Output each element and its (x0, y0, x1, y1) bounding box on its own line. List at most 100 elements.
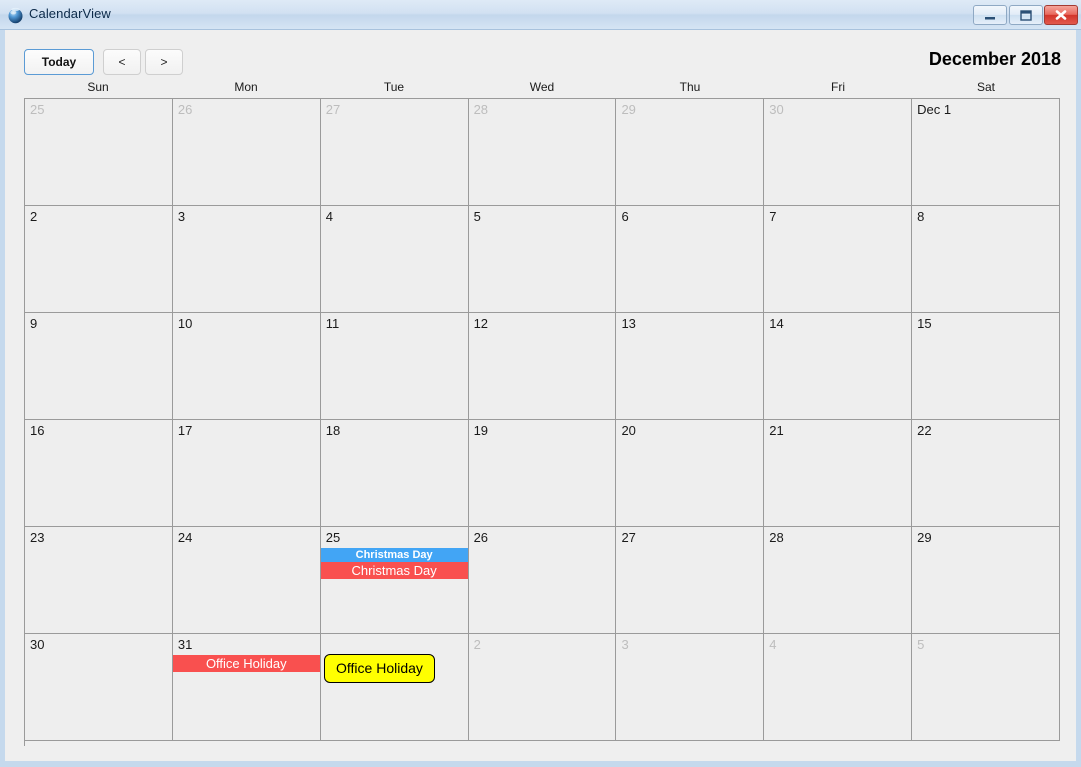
day-number: 21 (769, 423, 784, 438)
title-bar: CalendarView (0, 0, 1081, 30)
day-cell[interactable]: 18 (320, 420, 469, 527)
window-title: CalendarView (29, 6, 111, 21)
calendar-event[interactable]: Christmas Day (320, 562, 468, 579)
day-number: 5 (917, 637, 925, 652)
day-cell[interactable]: 5 (912, 634, 1061, 741)
close-button[interactable] (1044, 5, 1078, 25)
day-cell[interactable]: 25 (25, 99, 173, 206)
day-number: 3 (177, 209, 186, 224)
day-number: 29 (917, 530, 932, 545)
day-cell[interactable]: 31 Office Holiday (172, 634, 321, 741)
day-cell[interactable]: 10 (172, 313, 321, 420)
calendar-grid: 25 26 27 28 29 30 Dec 1 2 3 4 5 6 7 8 9 10 11 12 13 14 15 16 1… (24, 98, 1061, 746)
day-number: 7 (769, 209, 777, 224)
day-cell[interactable]: 15 (912, 313, 1061, 420)
day-cell[interactable]: 26 (468, 527, 617, 634)
maximize-button[interactable] (1009, 5, 1043, 25)
day-number: 15 (917, 316, 932, 331)
day-number: 4 (325, 209, 333, 224)
day-cell[interactable]: 3 (172, 206, 321, 313)
day-number: 26 (177, 102, 193, 117)
day-cell[interactable]: 29 (912, 527, 1061, 634)
day-cell[interactable]: 4 (320, 206, 469, 313)
day-cell[interactable]: 3 (616, 634, 765, 741)
calendar-week-row: 16 17 18 19 20 21 22 (25, 420, 1061, 527)
day-number: 28 (769, 530, 784, 545)
calendar-toolbar: Today < > December 2018 (5, 30, 1076, 76)
day-cell[interactable]: 30 (25, 634, 173, 741)
day-number: 28 (473, 102, 489, 117)
day-number: 2 (473, 637, 481, 652)
client-area: Today < > December 2018 Sun Mon Tue Wed Thu F… (5, 30, 1076, 761)
day-events: Office Holiday (172, 655, 320, 672)
day-cell[interactable]: 16 (25, 420, 173, 527)
day-cell[interactable]: 2 (25, 206, 173, 313)
minimize-button[interactable] (973, 5, 1007, 25)
day-number: 14 (769, 316, 784, 331)
day-cell[interactable]: 7 (764, 206, 913, 313)
day-cell[interactable]: 22 (912, 420, 1061, 527)
day-cell[interactable]: 21 (764, 420, 913, 527)
day-cell[interactable]: 24 (172, 527, 321, 634)
previous-month-button[interactable]: < (103, 49, 141, 75)
day-number: 27 (325, 102, 341, 117)
day-cell[interactable]: 30 (764, 99, 913, 206)
day-number: 20 (621, 423, 636, 438)
day-cell[interactable]: 25 Christmas Day Christmas Day (320, 527, 469, 634)
weekday-header-thu: Thu (679, 80, 701, 94)
day-cell[interactable]: 29 (616, 99, 765, 206)
weekday-header-wed: Wed (529, 80, 555, 94)
day-number: 19 (473, 423, 489, 438)
day-cell[interactable]: 19 (468, 420, 617, 527)
day-number: 12 (473, 316, 489, 331)
day-cell[interactable]: 20 (616, 420, 765, 527)
day-cell[interactable]: 28 (468, 99, 617, 206)
day-number: 25 (325, 530, 341, 545)
day-number: 8 (917, 209, 925, 224)
day-cell[interactable]: 14 (764, 313, 913, 420)
day-cell[interactable]: 2 (468, 634, 617, 741)
day-cell[interactable]: 23 (25, 527, 173, 634)
day-cell[interactable]: Dec 1 (912, 99, 1061, 206)
day-cell[interactable]: 5 (468, 206, 617, 313)
calendar-week-row: 25 26 27 28 29 30 Dec 1 (25, 99, 1061, 206)
day-cell[interactable]: 28 (764, 527, 913, 634)
weekday-header-sun: Sun (87, 80, 109, 94)
day-cell[interactable]: 17 (172, 420, 321, 527)
day-number: 23 (30, 530, 45, 545)
day-cell[interactable]: 12 (468, 313, 617, 420)
java-sphere-icon (7, 7, 24, 24)
weekday-header-fri: Fri (831, 80, 845, 94)
day-cell[interactable]: 11 (320, 313, 469, 420)
day-number: 24 (177, 530, 193, 545)
day-cell[interactable] (320, 634, 469, 741)
next-month-button[interactable]: > (145, 49, 183, 75)
event-tooltip: Office Holiday (324, 654, 435, 683)
day-number: 3 (621, 637, 629, 652)
day-cell[interactable]: 8 (912, 206, 1061, 313)
calendar-week-row: 9 10 11 12 13 14 15 (25, 313, 1061, 420)
day-number: 29 (621, 102, 636, 117)
day-number: 2 (30, 209, 38, 224)
day-cell[interactable]: 27 (616, 527, 765, 634)
calendar-event[interactable]: Christmas Day (320, 548, 468, 562)
day-number: 6 (621, 209, 629, 224)
day-number: 17 (177, 423, 193, 438)
day-number: 9 (30, 316, 38, 331)
day-cell[interactable]: 4 (764, 634, 913, 741)
calendar-week-row: 2 3 4 5 6 7 8 (25, 206, 1061, 313)
day-cell[interactable]: 27 (320, 99, 469, 206)
month-year-title: December 2018 (928, 49, 1061, 69)
day-number: 31 (177, 637, 193, 652)
calendar-event[interactable]: Office Holiday (172, 655, 320, 672)
weekday-header-mon: Mon (234, 80, 258, 94)
day-number: 4 (769, 637, 777, 652)
day-number: 30 (30, 637, 45, 652)
day-number: 5 (473, 209, 481, 224)
weekday-header-tue: Tue (383, 80, 405, 94)
day-cell[interactable]: 13 (616, 313, 765, 420)
day-cell[interactable]: 26 (172, 99, 321, 206)
day-cell[interactable]: 6 (616, 206, 765, 313)
day-cell[interactable]: 9 (25, 313, 173, 420)
today-button[interactable]: Today (24, 49, 94, 75)
